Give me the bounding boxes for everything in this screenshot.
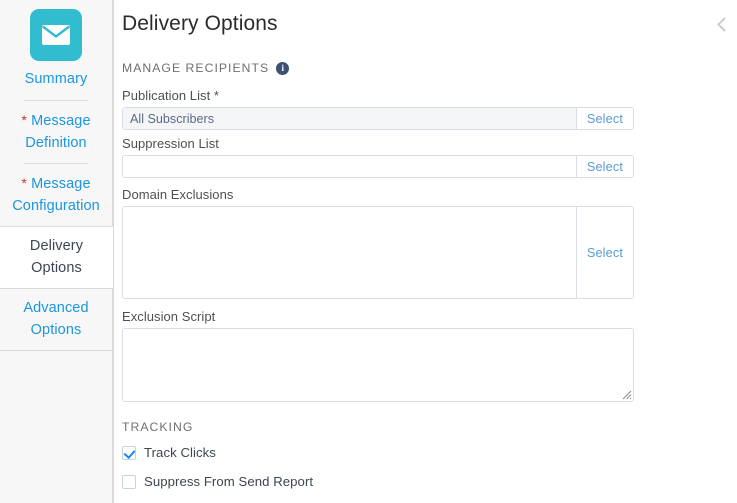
checkbox-label: Suppress From Send Report: [144, 474, 314, 489]
exclusion-script-wrapper: [122, 328, 634, 402]
field-domain-exclusions: Domain Exclusions Select: [122, 187, 717, 299]
field-label: Domain Exclusions: [122, 187, 717, 202]
sidebar-item-message-configuration[interactable]: * Message Configuration: [0, 164, 112, 226]
publication-list-combo: Select: [122, 107, 634, 130]
required-asterisk: *: [21, 175, 27, 192]
field-label: Exclusion Script: [122, 309, 717, 324]
sidebar-item-advanced-options[interactable]: Advanced Options: [0, 289, 112, 350]
chevron-left-icon[interactable]: [711, 14, 731, 34]
tracking-section-header: TRACKING: [122, 420, 194, 434]
suppression-list-input[interactable]: [123, 156, 576, 177]
sidebar-item-summary[interactable]: Summary: [0, 67, 112, 100]
sidebar-item-label: Delivery Options: [29, 238, 84, 276]
field-suppression-list: Suppression List Select: [122, 136, 717, 178]
wizard-sidebar: Summary * Message Definition * Message C…: [0, 0, 114, 503]
section-label: MANAGE RECIPIENTS: [122, 61, 270, 75]
label-text: Domain Exclusions: [122, 187, 234, 202]
sidebar-item-label: Message Definition: [25, 113, 91, 151]
suppression-list-select-button[interactable]: Select: [575, 156, 633, 177]
form-body: MANAGE RECIPIENTS i Publication List * S…: [114, 61, 737, 503]
domain-exclusions-list-area[interactable]: [123, 207, 576, 298]
required-marker: *: [213, 88, 220, 103]
sidebar-group-primary: Summary * Message Definition * Message C…: [0, 0, 113, 228]
checkbox-label: Track Clicks: [144, 445, 216, 460]
sidebar-group-advanced: Advanced Options: [0, 289, 113, 352]
checkbox-row-suppress-from-send-report[interactable]: Suppress From Send Report: [122, 474, 717, 489]
exclusion-script-textarea[interactable]: [123, 329, 633, 401]
manage-recipients-section-header: MANAGE RECIPIENTS i: [122, 61, 717, 75]
suppress-from-send-report-checkbox[interactable]: [122, 474, 136, 489]
sidebar-empty-space: [0, 351, 113, 503]
domain-exclusions-combo: Select: [122, 206, 634, 299]
sidebar-item-delivery-options[interactable]: Delivery Options: [0, 227, 113, 288]
required-asterisk: *: [21, 112, 27, 129]
envelope-icon: [30, 9, 82, 61]
page-title: Delivery Options: [122, 12, 278, 35]
suppression-list-combo: Select: [122, 155, 634, 178]
track-clicks-checkbox[interactable]: [122, 445, 136, 460]
sidebar-item-message-definition[interactable]: * Message Definition: [0, 101, 112, 163]
label-text: Suppression List: [122, 136, 219, 151]
sidebar-item-label: Advanced Options: [23, 300, 89, 338]
publication-list-select-button[interactable]: Select: [575, 108, 633, 129]
label-text: Publication List: [122, 88, 211, 103]
field-label: Publication List *: [122, 88, 717, 103]
publication-list-input[interactable]: [123, 108, 576, 129]
sidebar-item-label: Summary: [24, 71, 88, 87]
domain-exclusions-select-button[interactable]: Select: [575, 207, 633, 298]
label-text: Exclusion Script: [122, 309, 216, 324]
info-icon[interactable]: i: [276, 61, 290, 75]
brand-logo: [0, 0, 112, 67]
delivery-options-screen: Summary * Message Definition * Message C…: [0, 0, 737, 503]
field-publication-list: Publication List * Select: [122, 88, 717, 130]
sidebar-group-active: Delivery Options: [0, 227, 113, 290]
field-label: Suppression List: [122, 136, 717, 151]
checkbox-row-track-clicks[interactable]: Track Clicks: [122, 445, 717, 460]
main-content: Delivery Options MANAGE RECIPIENTS i Pub…: [114, 0, 737, 503]
field-exclusion-script: Exclusion Script: [122, 309, 717, 402]
